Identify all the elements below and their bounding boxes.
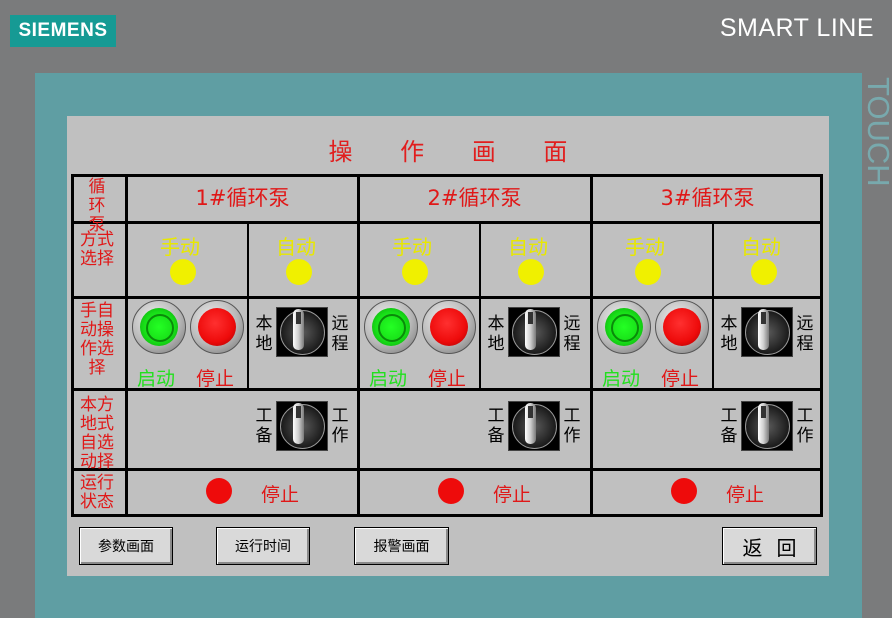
pump-3-stop-button[interactable] bbox=[655, 300, 709, 354]
siemens-logo: SIEMENS bbox=[10, 15, 116, 47]
runtime-button[interactable]: 运行时间 bbox=[216, 527, 310, 565]
back-button[interactable]: 返回 bbox=[722, 527, 817, 565]
pump-divider-1 bbox=[357, 174, 360, 517]
pump-1-auto-lamp bbox=[286, 259, 312, 285]
pump-1-local-remote-switch[interactable] bbox=[276, 307, 328, 357]
pump-3-manual-lamp bbox=[635, 259, 661, 285]
pump-3-work-label: 工作 bbox=[796, 406, 814, 446]
row-divider-2 bbox=[71, 296, 823, 299]
pump-2-auto-label: 自动 bbox=[508, 235, 548, 259]
pump-1-local-label: 本地 bbox=[255, 314, 273, 354]
pump-2-local-remote-switch[interactable] bbox=[508, 307, 560, 357]
pump-3-auto-label: 自动 bbox=[741, 235, 781, 259]
pump-1-inner-divider bbox=[247, 221, 249, 391]
pump-1-manual-label: 手动 bbox=[160, 235, 200, 259]
model-label: SMART LINE bbox=[719, 14, 874, 42]
row-label-mode-text: 方式选择 bbox=[80, 230, 114, 269]
pump-2-work-label: 工作 bbox=[563, 406, 581, 446]
row-label-local-text: 本方地式自选动择 bbox=[80, 395, 114, 472]
pump-2-stop-label: 停止 bbox=[428, 368, 467, 390]
pump-2-manual-label: 手动 bbox=[392, 235, 432, 259]
pump-divider-2 bbox=[590, 174, 593, 517]
pump-2-status-text: 停止 bbox=[493, 484, 532, 506]
switch-knob bbox=[525, 309, 536, 350]
pump-3-start-label: 启动 bbox=[602, 368, 641, 390]
pump-2-stop-button[interactable] bbox=[422, 300, 476, 354]
pump-2-auto-lamp bbox=[518, 259, 544, 285]
pump-1-title: 1#循环泵 bbox=[195, 186, 290, 210]
switch-knob bbox=[525, 403, 536, 444]
pump-2-title: 2#循环泵 bbox=[427, 186, 522, 210]
pump-2-start-button[interactable] bbox=[364, 300, 418, 354]
pump-3-manual-label: 手动 bbox=[625, 235, 665, 259]
params-screen-button[interactable]: 参数画面 bbox=[79, 527, 173, 565]
pump-1-stop-button[interactable] bbox=[190, 300, 244, 354]
pump-3-standby-label: 工备 bbox=[720, 406, 738, 446]
pump-2-remote-label: 远程 bbox=[563, 314, 581, 354]
row-label-operate: 手自动操作选择 bbox=[75, 302, 119, 378]
pump-2-standby-work-switch[interactable] bbox=[508, 401, 560, 451]
pump-3-remote-label: 远程 bbox=[796, 314, 814, 354]
pump-1-remote-label: 远程 bbox=[331, 314, 349, 354]
touch-label: TOUCH bbox=[861, 77, 892, 187]
pump-2-standby-label: 工备 bbox=[487, 406, 505, 446]
pump-2-local-label: 本地 bbox=[487, 314, 505, 354]
switch-knob bbox=[293, 309, 304, 350]
row-label-local: 本方地式自选动择 bbox=[75, 396, 119, 472]
table-border-bottom bbox=[71, 514, 823, 517]
label-col-divider bbox=[125, 174, 128, 517]
pump-3-local-label: 本地 bbox=[720, 314, 738, 354]
hmi-screen: 操 作 画 面 循环泵 方式选择 手自动操作选择 本方地式自选动择 运行状态 1… bbox=[67, 116, 829, 576]
alarm-screen-button[interactable]: 报警画面 bbox=[354, 527, 449, 565]
table-border-top bbox=[71, 174, 823, 177]
row-divider-4 bbox=[71, 468, 823, 471]
page-title: 操 作 画 面 bbox=[328, 138, 568, 166]
table-border-left bbox=[71, 174, 74, 517]
pump-3-stop-label: 停止 bbox=[661, 368, 700, 390]
row-label-status: 运行状态 bbox=[75, 474, 119, 512]
pump-1-work-label: 工作 bbox=[331, 406, 349, 446]
pump-3-local-remote-switch[interactable] bbox=[741, 307, 793, 357]
pump-1-status-lamp bbox=[206, 478, 232, 504]
stop-button-cap bbox=[430, 308, 468, 346]
pump-1-start-button[interactable] bbox=[132, 300, 186, 354]
row-divider-1 bbox=[71, 221, 823, 224]
start-button-cap bbox=[372, 308, 410, 346]
start-button-cap bbox=[605, 308, 643, 346]
switch-knob bbox=[293, 403, 304, 444]
stop-button-cap bbox=[198, 308, 236, 346]
row-label-mode: 方式选择 bbox=[75, 231, 119, 269]
row-label-pump-text: 循环泵 bbox=[88, 177, 106, 235]
row-label-status-text: 运行状态 bbox=[80, 473, 114, 512]
pump-1-stop-label: 停止 bbox=[196, 368, 235, 390]
switch-knob bbox=[758, 403, 769, 444]
start-button-cap bbox=[140, 308, 178, 346]
table-border-right bbox=[820, 174, 823, 517]
pump-2-manual-lamp bbox=[402, 259, 428, 285]
pump-2-start-label: 启动 bbox=[369, 368, 408, 390]
pump-1-manual-lamp bbox=[170, 259, 196, 285]
pump-3-title: 3#循环泵 bbox=[660, 186, 755, 210]
row-label-pump: 循环泵 bbox=[75, 178, 119, 235]
pump-3-standby-work-switch[interactable] bbox=[741, 401, 793, 451]
pump-3-status-lamp bbox=[671, 478, 697, 504]
pump-1-start-label: 启动 bbox=[137, 368, 176, 390]
pump-3-start-button[interactable] bbox=[597, 300, 651, 354]
pump-3-inner-divider bbox=[712, 221, 714, 391]
pump-3-auto-lamp bbox=[751, 259, 777, 285]
row-label-operate-text: 手自动操作选择 bbox=[80, 301, 114, 378]
pump-1-auto-label: 自动 bbox=[276, 235, 316, 259]
pump-2-inner-divider bbox=[479, 221, 481, 391]
pump-1-standby-work-switch[interactable] bbox=[276, 401, 328, 451]
stop-button-cap bbox=[663, 308, 701, 346]
pump-1-status-text: 停止 bbox=[261, 484, 300, 506]
pump-1-standby-label: 工备 bbox=[255, 406, 273, 446]
pump-3-status-text: 停止 bbox=[726, 484, 765, 506]
switch-knob bbox=[758, 309, 769, 350]
pump-2-status-lamp bbox=[438, 478, 464, 504]
